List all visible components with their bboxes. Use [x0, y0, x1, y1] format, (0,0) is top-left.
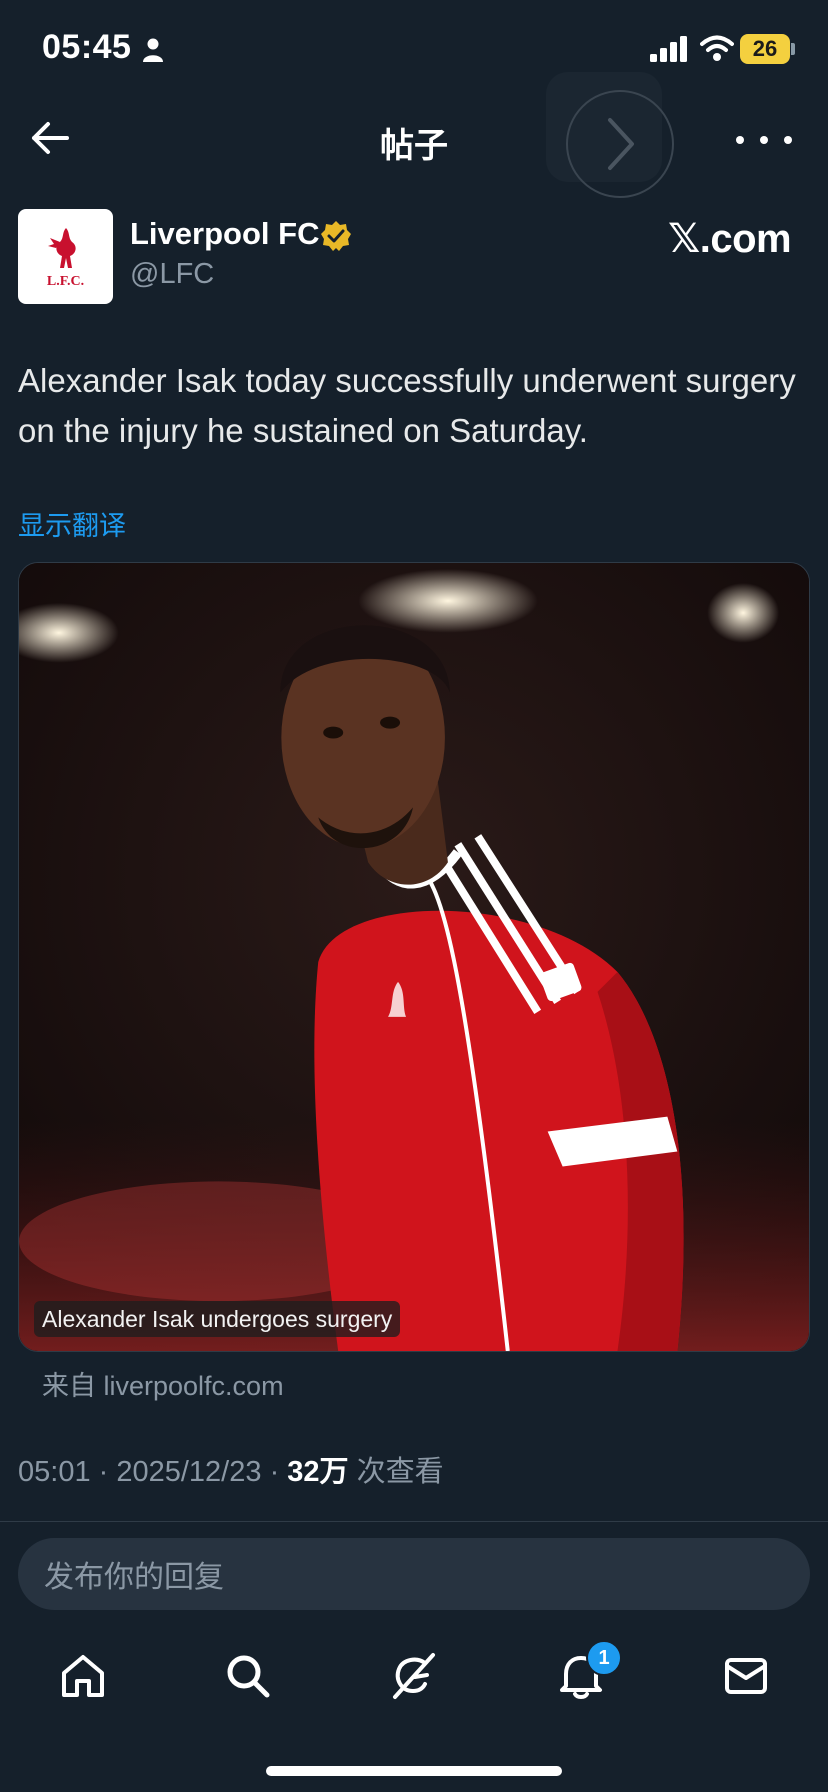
- divider: [0, 1521, 828, 1522]
- show-translation-link[interactable]: 显示翻译: [18, 504, 126, 543]
- tab-messages[interactable]: [718, 1648, 774, 1704]
- post-meta: 05:01 · 2025/12/23 · 32万 次查看: [18, 1448, 444, 1490]
- mail-icon: [725, 1658, 767, 1694]
- author-handle[interactable]: @LFC: [130, 258, 214, 291]
- more-dot-icon: [760, 136, 768, 144]
- search-icon: [227, 1655, 270, 1698]
- meta-separator: ·: [269, 1456, 288, 1488]
- person-icon: [143, 38, 163, 62]
- wifi-icon: [700, 35, 734, 61]
- views-count: 32万: [287, 1456, 349, 1488]
- home-icon: [62, 1655, 104, 1697]
- tab-home[interactable]: [55, 1648, 111, 1704]
- author-name[interactable]: Liverpool FC: [130, 216, 319, 252]
- reply-placeholder: 发布你的回复: [44, 1561, 224, 1594]
- post-time: 05:01: [18, 1456, 91, 1488]
- battery-cap: [791, 43, 795, 55]
- tab-grok[interactable]: [386, 1648, 442, 1704]
- verified-badge-icon: [321, 221, 351, 251]
- post-image[interactable]: [18, 562, 810, 1352]
- meta-separator: ·: [98, 1456, 117, 1488]
- forward-button[interactable]: [566, 90, 674, 198]
- signal-icon: [650, 36, 687, 62]
- post-date: 2025/12/23: [116, 1456, 262, 1488]
- notification-badge: 1: [586, 1640, 622, 1676]
- player-photo: [19, 563, 809, 1351]
- post-text: Alexander Isak today successfully underw…: [18, 362, 796, 449]
- media-caption: Alexander Isak undergoes surgery: [34, 1301, 401, 1337]
- tab-search[interactable]: [220, 1648, 276, 1704]
- avatar[interactable]: L.F.C.: [18, 209, 113, 304]
- more-dot-icon: [736, 136, 744, 144]
- reply-input[interactable]: 发布你的回复: [18, 1538, 810, 1610]
- status-time: 05:45: [42, 28, 132, 66]
- more-options-button[interactable]: [736, 122, 792, 158]
- avatar-text: L.F.C.: [46, 273, 85, 289]
- grok-icon: [393, 1653, 435, 1699]
- liverbird-logo-icon: [47, 227, 76, 268]
- chevron-right-icon: [608, 118, 634, 170]
- link-source[interactable]: 来自 liverpoolfc.com: [42, 1364, 284, 1403]
- home-indicator[interactable]: [266, 1766, 562, 1776]
- views-label: 次查看: [356, 1456, 444, 1488]
- x-brand-label: 𝕏.com: [668, 217, 792, 261]
- page-title: 帖子: [380, 127, 448, 165]
- battery-indicator: 26: [740, 34, 790, 64]
- more-dot-icon: [784, 136, 792, 144]
